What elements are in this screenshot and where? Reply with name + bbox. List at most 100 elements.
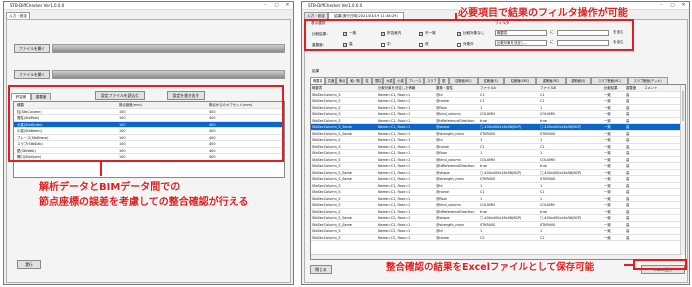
table-cell: true	[480, 209, 487, 214]
table-cell: 一致	[604, 235, 611, 240]
open-file-b-button[interactable]: ファイルを開く	[14, 70, 50, 79]
table-row[interactable]: StbSecColumn_S Name=C2, floor=1 @name C2 C2 一…	[311, 235, 685, 241]
table-cell: Name=C1, floor=1	[378, 190, 411, 194]
table-cell: StbSecColumn_S	[312, 229, 341, 233]
open-file-a-button[interactable]: ファイルを開く	[14, 44, 50, 53]
scroll-thumb[interactable]	[682, 91, 684, 121]
tab-input-settings[interactable]: 入力・設定	[304, 12, 328, 19]
run-button[interactable]: 実行	[17, 260, 41, 269]
table-cell: @isReferenceDirection	[436, 164, 475, 168]
table-cell: Name=C1, floor=1	[378, 183, 411, 188]
table-cell: StbSecColumn_S	[312, 209, 341, 214]
table-cell: @floor	[436, 151, 448, 155]
table-cell: @id	[436, 229, 443, 233]
table-cell: COLUMN	[540, 203, 555, 207]
result-tab[interactable]: 柱断面(RC)	[448, 77, 478, 84]
filter-highlight-box	[304, 19, 634, 51]
table-cell: StbSecColumn_S_Same	[312, 170, 352, 175]
table-cell: Name=C1, floor=1	[378, 125, 411, 129]
result-tab[interactable]: スラブ	[424, 77, 439, 84]
result-group-label: 結果	[312, 69, 320, 73]
tab-input-settings[interactable]: 入力・設定	[6, 12, 30, 19]
callout-tolerance-2: 節点座標の誤差を考慮しての整合確認が行える	[39, 197, 249, 208]
table-cell: 高	[626, 183, 630, 188]
maximize-icon[interactable]: □	[667, 2, 678, 10]
table-cell: C2	[540, 235, 545, 240]
table-cell: @shape	[436, 216, 450, 220]
table-cell: StbSecColumn_S_Same	[312, 177, 352, 181]
table-cell: Name=C1, floor=1	[378, 157, 411, 162]
table-cell: Name=C1, floor=1	[378, 203, 411, 207]
result-tab[interactable]: スラブ断面(デッキ)	[627, 77, 668, 84]
table-cell: @id	[436, 183, 443, 188]
table-cell: 一致	[604, 144, 611, 149]
result-tab[interactable]: スラブ断面(RC)	[591, 77, 628, 84]
result-tab[interactable]: 壁	[438, 77, 449, 84]
col-file-b: ファイルB	[540, 86, 556, 90]
table-cell: 高	[626, 157, 630, 162]
result-tab[interactable]: 大梁	[383, 77, 395, 84]
result-tab[interactable]: 共通	[324, 77, 336, 84]
table-cell: @name	[436, 235, 450, 240]
close-icon[interactable]: ✕	[282, 2, 293, 10]
table-cell: StbSecColumn_S	[312, 138, 341, 142]
table-cell: C1	[480, 190, 485, 194]
table-cell: 高	[626, 118, 630, 123]
table-cell: C1	[540, 99, 545, 103]
table-cell: Name=C1, floor=1	[378, 92, 411, 97]
table-cell: 高	[626, 125, 630, 129]
callout-excel: 整合確認の結果をExcelファイルとして保存可能	[386, 262, 595, 273]
table-cell: STKR400	[480, 131, 496, 136]
maximize-icon[interactable]: □	[271, 2, 282, 10]
result-tab[interactable]: 概要書	[310, 77, 325, 84]
table-cell: true	[480, 164, 487, 168]
vertical-scrollbar[interactable]	[680, 85, 685, 255]
table-cell: StbSecColumn_S_Same	[312, 216, 352, 220]
minimize-icon[interactable]: –	[656, 2, 667, 10]
table-cell: 一致	[604, 138, 611, 142]
result-tab[interactable]: 梁断面(S)	[565, 77, 592, 84]
table-cell: COLUMN	[480, 203, 495, 207]
table-cell: COLUMN	[540, 157, 555, 162]
col-file-a: ファイルA	[480, 86, 496, 90]
table-cell: Name=C2, floor=1	[378, 229, 411, 233]
table-cell: true	[540, 209, 547, 214]
table-cell: 高	[626, 196, 630, 201]
table-cell: StbSecColumn_S	[312, 164, 341, 168]
result-tab[interactable]: 柱断面(SRC)	[503, 77, 537, 84]
result-tab[interactable]: 梁断面(RC)	[536, 77, 566, 84]
minimize-icon[interactable]: –	[260, 2, 271, 10]
table-cell: 1	[540, 229, 543, 233]
callout-connector	[624, 264, 633, 266]
table-cell: 一致	[604, 222, 611, 227]
table-cell: @shape	[436, 125, 450, 129]
table-cell: true	[540, 164, 547, 168]
table-cell: 一致	[604, 203, 611, 207]
table-cell: 高	[626, 209, 630, 214]
result-tab[interactable]: 間柱	[372, 77, 384, 84]
table-cell: 高	[626, 216, 630, 220]
table-cell: 高	[626, 164, 630, 168]
result-tab[interactable]: ブレース	[405, 77, 424, 84]
result-tab[interactable]: 柱	[362, 77, 372, 84]
result-tab[interactable]: 柱断面(S)	[478, 77, 504, 84]
table-cell: 高	[626, 112, 630, 116]
result-tab[interactable]: 軸・階	[347, 77, 362, 84]
close-button[interactable]: 閉じる	[310, 265, 332, 274]
table-cell: 高	[626, 222, 630, 227]
table-cell: 1	[540, 138, 543, 142]
table-cell: StbSecColumn_S	[312, 190, 341, 194]
table-cell: StbSecColumn_S	[312, 112, 341, 116]
table-cell: C1	[480, 99, 485, 103]
table-cell: Name=C1, floor=1	[378, 196, 411, 201]
table-cell: StbSecColumn_S	[312, 157, 341, 162]
result-tab[interactable]: 節点	[336, 77, 348, 84]
close-icon[interactable]: ✕	[678, 2, 689, 10]
result-tab[interactable]: 小梁	[394, 77, 406, 84]
table-cell: 1	[480, 105, 483, 110]
table-cell: Name=C2, floor=1	[378, 222, 411, 227]
tab-results[interactable]: 結果(実行日時)2021/03/19 11:48:29)	[328, 12, 404, 19]
table-cell: 高	[626, 131, 630, 136]
table-cell: 一致	[604, 99, 611, 103]
table-cell: 一致	[604, 177, 611, 181]
